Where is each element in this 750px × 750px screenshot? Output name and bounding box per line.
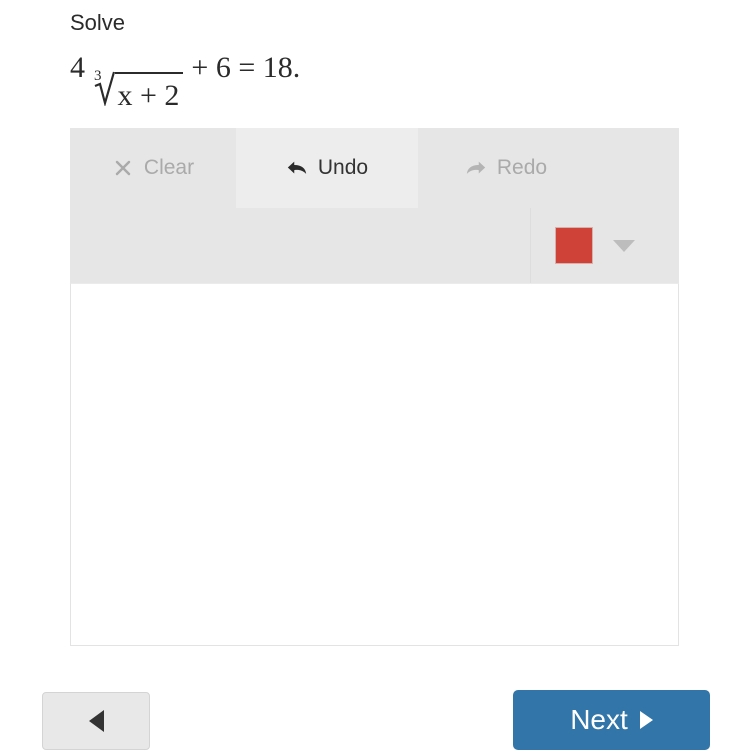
- question-prompt: Solve 4 3 x + 2 + 6 = 18 .: [70, 8, 690, 112]
- next-button-label: Next: [570, 704, 628, 735]
- radical-expression: 3 x + 2: [86, 66, 184, 112]
- chevron-down-icon[interactable]: [613, 239, 635, 252]
- equation-remainder: + 6 = 18: [191, 51, 293, 84]
- redo-arrow-icon: [465, 157, 487, 179]
- undo-button[interactable]: Undo: [236, 128, 418, 208]
- redo-button[interactable]: Redo: [418, 128, 594, 208]
- exercise-page: Solve 4 3 x + 2 + 6 = 18 . Clear Undo Re…: [0, 0, 750, 750]
- sketch-toolbar: Clear Undo Redo: [70, 128, 679, 283]
- page-title: Solve: [70, 10, 126, 35]
- radical-index: 3: [94, 68, 102, 84]
- radicand: x + 2: [114, 72, 184, 116]
- color-picker[interactable]: [530, 208, 655, 283]
- toolbar-color-row: [70, 208, 679, 283]
- clear-button-label: Clear: [143, 156, 195, 179]
- triangle-right-icon: [639, 711, 653, 729]
- sketch-widget: Clear Undo Redo: [70, 128, 679, 646]
- drawing-canvas[interactable]: [70, 283, 679, 646]
- clear-button[interactable]: Clear: [70, 128, 236, 208]
- toolbar-actions-row: Clear Undo Redo: [70, 128, 679, 208]
- redo-button-label: Redo: [496, 156, 548, 179]
- equation-period: .: [292, 51, 301, 84]
- undo-button-label: Undo: [317, 156, 369, 179]
- triangle-left-icon: [88, 710, 104, 732]
- next-button[interactable]: Next: [513, 690, 710, 750]
- undo-arrow-icon: [286, 157, 308, 179]
- equation-coefficient: 4: [70, 51, 85, 84]
- close-x-icon: [112, 157, 134, 179]
- selected-color-swatch[interactable]: [555, 227, 593, 264]
- equation-display: 4 3 x + 2 + 6 = 18 .: [70, 48, 690, 112]
- previous-button[interactable]: [42, 692, 150, 750]
